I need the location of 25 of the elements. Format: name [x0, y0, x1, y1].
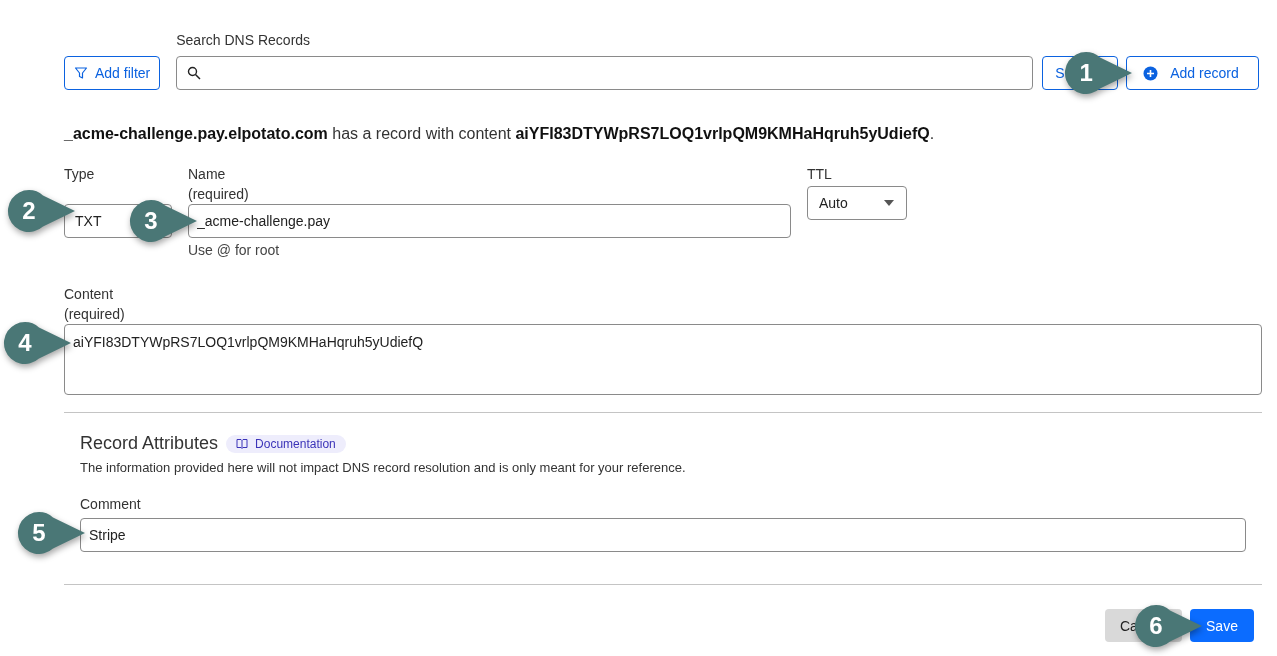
filter-icon — [74, 66, 88, 80]
plus-circle-icon — [1143, 65, 1159, 81]
section-description: The information provided here will not impact DNS record resolution and is only meant for your reference. — [80, 460, 687, 476]
dropdown-caret-icon — [884, 200, 894, 206]
name-input[interactable]: _acme-challenge.pay — [188, 204, 791, 238]
documentation-link[interactable]: Documentation — [226, 434, 346, 453]
step-number-tooltip: 5 — [16, 510, 86, 556]
name-label: Name — [188, 165, 227, 184]
search-label: Search DNS Records — [176, 31, 312, 50]
comment-input[interactable]: Stripe — [80, 518, 1246, 552]
ttl-select[interactable]: Auto — [807, 186, 907, 220]
ttl-label: TTL — [807, 165, 833, 184]
step-number-tooltip: 2 — [6, 188, 76, 234]
section-heading: Record Attributes — [80, 433, 219, 454]
record-summary: _acme-challenge.pay.elpotato.com has a record with content aiYFI83DTYWpRS7LOQ1vrlpQM9KMHaHqruh5yUdiefQ. — [64, 124, 936, 144]
add-record-button[interactable]: Add record — [1126, 56, 1260, 90]
search-icon — [187, 66, 202, 80]
name-hint: Use @ for root — [188, 241, 281, 260]
content-textarea[interactable]: aiYFI83DTYWpRS7LOQ1vrlpQM9KMHaHqruh5yUdiefQ — [64, 324, 1262, 395]
book-icon — [236, 438, 249, 449]
type-label: Type — [64, 165, 96, 184]
content-label: Content — [64, 285, 115, 304]
save-button[interactable]: Save — [1190, 609, 1254, 642]
step-number-tooltip: 1 — [1063, 50, 1134, 96]
add-filter-button[interactable]: Add filter — [64, 56, 161, 90]
